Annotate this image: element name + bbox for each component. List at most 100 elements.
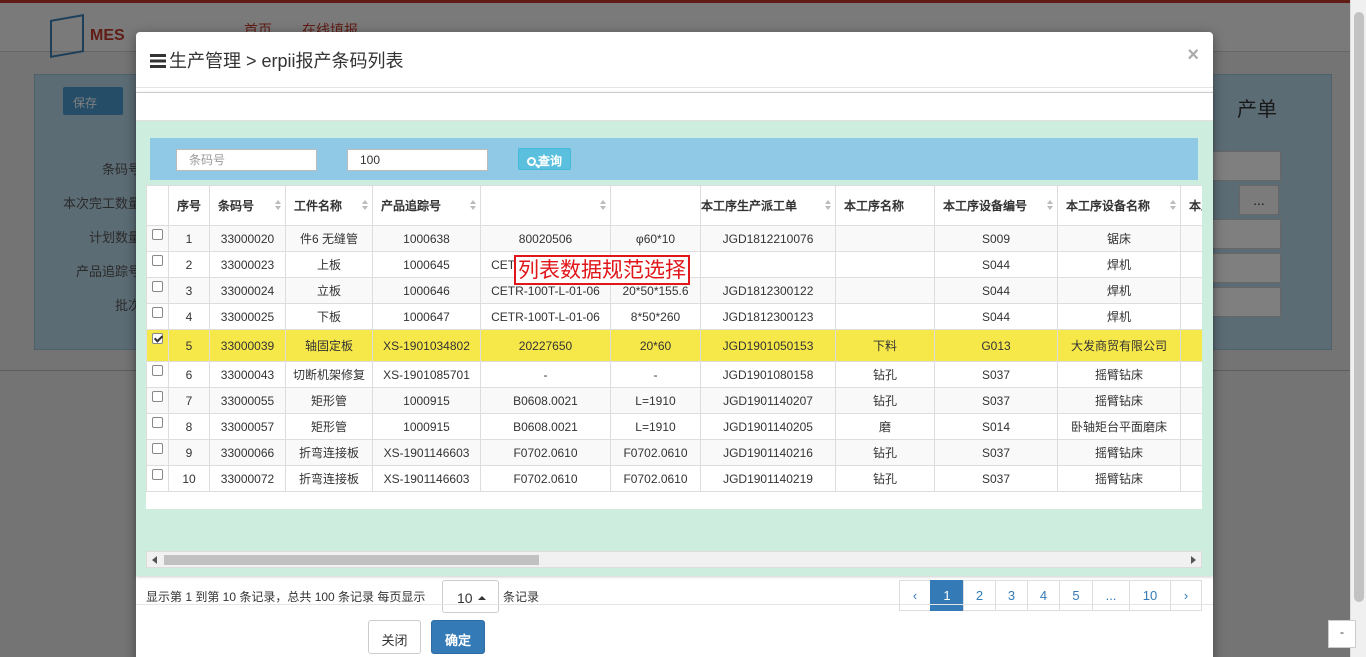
search-button[interactable]: 查询 xyxy=(518,148,571,170)
header-col[interactable]: 序号 xyxy=(168,185,210,226)
page-link[interactable]: 3 xyxy=(995,580,1028,611)
row-checkbox[interactable] xyxy=(152,417,163,428)
header-col[interactable] xyxy=(610,185,701,226)
search-icon xyxy=(526,157,536,166)
header-col[interactable]: 条码号 xyxy=(209,185,286,226)
table-cell: XS-1901034802 xyxy=(372,329,481,362)
row-select-cell[interactable] xyxy=(146,439,169,466)
row-select-cell[interactable] xyxy=(146,277,169,304)
page-scrollbar[interactable] xyxy=(1350,0,1366,657)
table-cell: 焊机 xyxy=(1057,303,1181,330)
table-cell-overflow xyxy=(1180,329,1202,362)
row-select-cell[interactable] xyxy=(146,361,169,388)
sort-icon xyxy=(362,200,368,212)
row-checkbox[interactable] xyxy=(152,281,163,292)
header-col[interactable]: 本工序生产派工单 xyxy=(700,185,836,226)
data-table: 序号 条码号 工件名称 产品追踪号 本工序生产派工单 本工序名称 本工序设备编号… xyxy=(146,185,1202,492)
table-cell: 33000055 xyxy=(209,387,286,414)
row-checkbox[interactable] xyxy=(152,255,163,266)
row-checkbox[interactable] xyxy=(152,443,163,454)
page-size-select[interactable]: 10 xyxy=(442,580,499,613)
close-icon[interactable]: × xyxy=(1187,44,1199,67)
table-cell-overflow xyxy=(1180,225,1202,252)
row-checkbox[interactable] xyxy=(152,307,163,318)
row-select-cell[interactable] xyxy=(146,413,169,440)
header-col[interactable]: 本工序名称 xyxy=(835,185,935,226)
row-select-cell[interactable] xyxy=(146,329,169,362)
data-table-container[interactable]: 序号 条码号 工件名称 产品追踪号 本工序生产派工单 本工序名称 本工序设备编号… xyxy=(146,185,1202,509)
table-cell: S044 xyxy=(934,277,1058,304)
table-cell: 折弯连接板 xyxy=(285,439,373,466)
table-cell: XS-1901146603 xyxy=(372,439,481,466)
table-row[interactable]: 9 33000066 折弯连接板 XS-1901146603 F0702.0610 F07… xyxy=(146,439,1202,466)
table-cell: 立板 xyxy=(285,277,373,304)
modal-title: 生产管理 > erpii报产条码列表 xyxy=(150,47,404,73)
page-link[interactable]: ... xyxy=(1092,580,1130,611)
row-checkbox[interactable] xyxy=(152,365,163,376)
table-cell: 33000072 xyxy=(209,465,286,492)
scrollbar-thumb[interactable] xyxy=(1354,12,1364,602)
page-link[interactable]: 4 xyxy=(1027,580,1060,611)
table-row[interactable]: 8 33000057 矩形管 1000915 B0608.0021 L=1910 JGD19… xyxy=(146,413,1202,440)
table-cell: - xyxy=(610,361,701,388)
row-checkbox[interactable] xyxy=(152,469,163,480)
list-panel: 查询 序号 条码号 工件名称 产品追踪号 本工序生产派工单 xyxy=(136,92,1213,613)
page-link[interactable]: ‹ xyxy=(899,580,931,611)
scroll-right-icon[interactable] xyxy=(1191,556,1196,564)
header-col[interactable]: 工件名称 xyxy=(285,185,373,226)
table-cell: 4 xyxy=(168,303,210,330)
table-row[interactable]: 1 33000020 件6 无缝管 1000638 80020506 φ60*10 JGD1… xyxy=(146,225,1202,252)
row-select-cell[interactable] xyxy=(146,225,169,252)
panel-heading xyxy=(136,93,1213,121)
table-row[interactable]: 5 33000039 轴固定板 XS-1901034802 20227650 20*60 J… xyxy=(146,329,1202,362)
scroll-left-icon[interactable] xyxy=(152,556,157,564)
table-cell: 摇臂钻床 xyxy=(1057,387,1181,414)
row-select-cell[interactable] xyxy=(146,387,169,414)
table-header-row: 序号 条码号 工件名称 产品追踪号 本工序生产派工单 本工序名称 本工序设备编号… xyxy=(146,185,1202,226)
corner-toggle-button[interactable]: - xyxy=(1328,620,1356,648)
row-select-cell[interactable] xyxy=(146,303,169,330)
table-row[interactable]: 4 33000025 下板 1000647 CETR-100T-L-01-06 8*50*… xyxy=(146,303,1202,330)
table-cell-overflow xyxy=(1180,361,1202,388)
header-col[interactable]: 本工序设备编号 xyxy=(934,185,1058,226)
table-cell: 钻孔 xyxy=(835,465,935,492)
table-cell: 件6 无缝管 xyxy=(285,225,373,252)
page-link[interactable]: › xyxy=(1170,580,1202,611)
table-cell-overflow xyxy=(1180,251,1202,278)
page-link[interactable]: 2 xyxy=(963,580,996,611)
header-col[interactable] xyxy=(480,185,611,226)
page-link[interactable]: 10 xyxy=(1129,580,1171,611)
scrollbar-thumb[interactable] xyxy=(164,555,539,565)
table-cell xyxy=(835,225,935,252)
table-cell-overflow xyxy=(1180,439,1202,466)
table-horizontal-scrollbar[interactable] xyxy=(146,551,1202,568)
table-cell: 33000039 xyxy=(209,329,286,362)
page-link[interactable]: 1 xyxy=(930,580,964,611)
header-col[interactable]: 产品追踪号 xyxy=(372,185,481,226)
count-input[interactable] xyxy=(347,149,488,171)
page-link[interactable]: 5 xyxy=(1059,580,1093,611)
table-cell: - xyxy=(480,361,611,388)
table-cell: F0702.0610 xyxy=(610,465,701,492)
table-cell: S037 xyxy=(934,361,1058,388)
table-cell: 10 xyxy=(168,465,210,492)
close-button[interactable]: 关闭 xyxy=(368,620,421,654)
table-row[interactable]: 10 33000072 折弯连接板 XS-1901146603 F0702.0610 F0… xyxy=(146,465,1202,492)
table-cell: B0608.0021 xyxy=(480,413,611,440)
table-cell: 33000024 xyxy=(209,277,286,304)
row-checkbox[interactable] xyxy=(152,391,163,402)
header-col[interactable]: 本工 xyxy=(1180,185,1202,226)
table-cell: JGD1812300123 xyxy=(700,303,836,330)
table-row[interactable]: 7 33000055 矩形管 1000915 B0608.0021 L=1910 JGD19… xyxy=(146,387,1202,414)
table-row[interactable]: 6 33000043 切断机架修复 XS-1901085701- - JGD1901080… xyxy=(146,361,1202,388)
row-checkbox[interactable] xyxy=(152,229,163,240)
table-cell: F0702.0610 xyxy=(480,465,611,492)
table-cell xyxy=(835,251,935,278)
confirm-button[interactable]: 确定 xyxy=(431,620,485,654)
row-checkbox[interactable] xyxy=(152,333,163,344)
header-col[interactable]: 本工序设备名称 xyxy=(1057,185,1181,226)
row-select-cell[interactable] xyxy=(146,251,169,278)
barcode-search-input[interactable] xyxy=(176,149,317,171)
table-cell: S014 xyxy=(934,413,1058,440)
row-select-cell[interactable] xyxy=(146,465,169,492)
